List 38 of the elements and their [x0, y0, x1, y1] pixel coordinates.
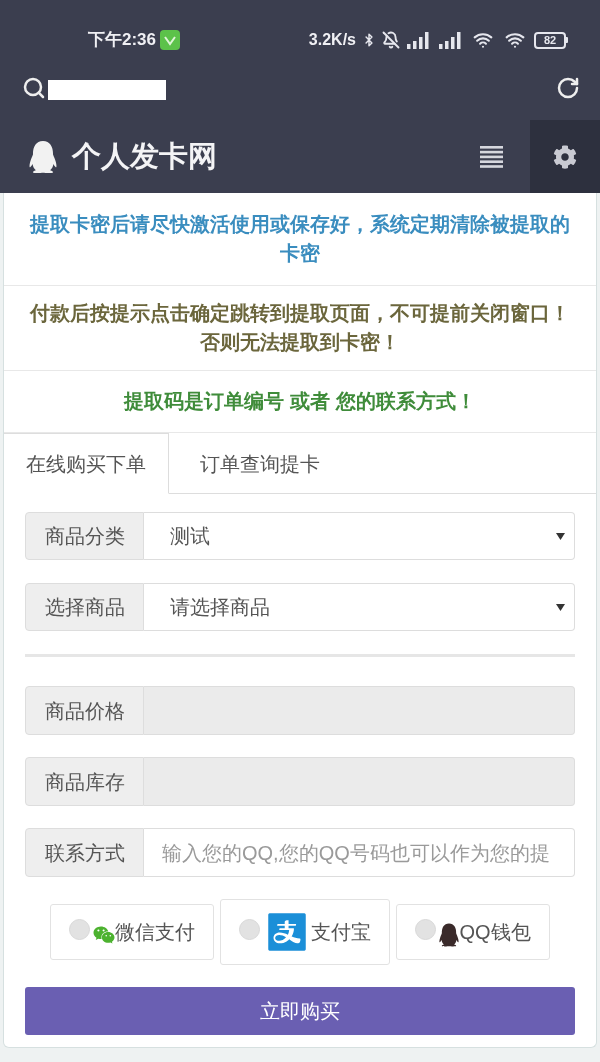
- network-speed: 3.2K/s: [308, 30, 356, 50]
- radio-button[interactable]: [239, 918, 261, 940]
- app-notification-icon: [160, 30, 181, 50]
- signal-icon: [406, 31, 432, 49]
- site-title[interactable]: 个人发卡网: [72, 134, 217, 179]
- reload-icon[interactable]: [556, 76, 580, 100]
- radio-button[interactable]: [415, 918, 437, 940]
- chat-bubbles-icon: [93, 924, 116, 946]
- radio-button[interactable]: [69, 918, 91, 940]
- notice-text: 付款后按提示点击确定跳转到提取页面，不可提前关闭窗口！否则无法提取到卡密！: [28, 301, 571, 355]
- dropdown-field[interactable]: 请选择商品: [144, 583, 575, 631]
- penguin-icon: [28, 140, 58, 173]
- field-label: 商品价格: [25, 686, 144, 735]
- payment-option[interactable]: QQ钱包: [396, 904, 550, 960]
- signal-icon: [438, 31, 464, 49]
- menu-icon[interactable]: [480, 145, 503, 168]
- status-time: 下午2:36: [88, 29, 157, 52]
- bell-off-icon: [382, 31, 400, 49]
- text-field[interactable]: 输入您的QQ,您的QQ号码也可以作为您的提: [144, 828, 575, 877]
- tab[interactable]: 在线购买下单: [4, 433, 169, 494]
- payment-option[interactable]: 微信支付: [50, 904, 215, 960]
- notice-text: 提取卡密后请尽快激活使用或保存好，系统定期清除被提取的卡密: [28, 212, 571, 266]
- settings-button[interactable]: [530, 120, 600, 193]
- penguin-icon: [439, 923, 460, 947]
- field-label: 商品分类: [25, 512, 144, 560]
- caret-down-icon: [556, 603, 565, 611]
- search-icon[interactable]: [22, 76, 46, 100]
- tab[interactable]: 订单查询提卡: [177, 433, 343, 494]
- field-label: 选择商品: [25, 583, 144, 631]
- battery-indicator: 82: [534, 31, 568, 49]
- field-label: 联系方式: [25, 828, 144, 877]
- caret-down-icon: [556, 532, 565, 540]
- dropdown-field[interactable]: 测试: [144, 512, 575, 560]
- field-label: 商品库存: [25, 757, 144, 806]
- payment-option[interactable]: 支付宝: [220, 899, 391, 965]
- buy-now-button[interactable]: 立即购买: [25, 987, 575, 1035]
- settings-icon: [553, 144, 577, 169]
- notice-text: 提取码是订单编号 或者 您的联系方式！: [122, 389, 477, 414]
